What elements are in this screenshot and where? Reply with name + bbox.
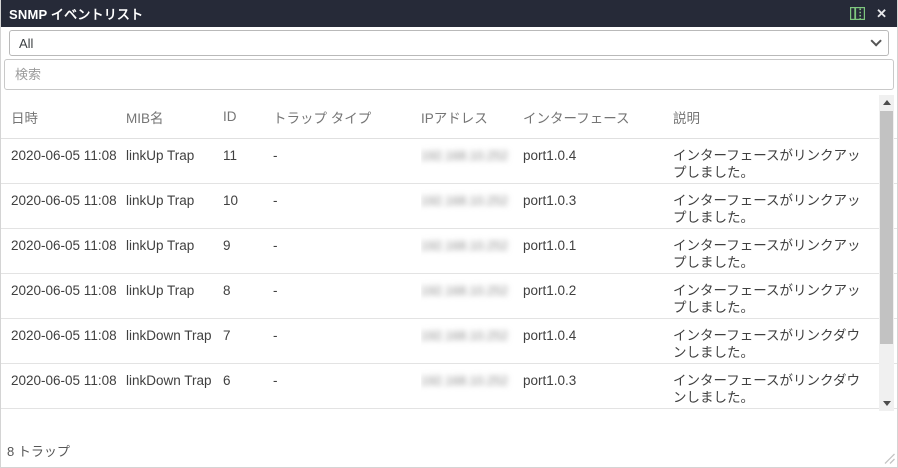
cell-id: 11 bbox=[223, 139, 273, 183]
snmp-event-list-dialog: SNMP イベントリスト ✕ All 日時 bbox=[0, 0, 898, 468]
cell-interface: port1.0.4 bbox=[523, 139, 673, 183]
cell-datetime: 2020-06-05 11:08 bbox=[11, 139, 126, 183]
dock-panel-icon bbox=[850, 7, 865, 20]
cell-mib-name: linkUp Trap bbox=[126, 274, 223, 318]
blurred-ip-text: 192.168.10.252 bbox=[421, 329, 508, 343]
cell-description: インターフェースがリンクアップしました。 bbox=[673, 274, 869, 318]
resize-grip-icon[interactable] bbox=[882, 451, 895, 464]
cell-mib-name: linkUp Trap bbox=[126, 229, 223, 273]
cell-mib-name: linkDown Trap bbox=[126, 319, 223, 363]
header-ip: IPアドレス bbox=[421, 107, 523, 127]
dialog-title: SNMP イベントリスト bbox=[9, 4, 143, 23]
cell-trap-type: - bbox=[273, 184, 421, 228]
blurred-ip-text: 192.168.10.252 bbox=[421, 374, 508, 388]
table-row[interactable]: 2020-06-05 11:08 linkDown Trap 6 - 192.1… bbox=[1, 364, 897, 409]
dialog-titlebar[interactable]: SNMP イベントリスト ✕ bbox=[1, 0, 897, 27]
cell-interface: port1.0.3 bbox=[523, 184, 673, 228]
dock-panel-button[interactable] bbox=[850, 7, 865, 20]
cell-id: 10 bbox=[223, 184, 273, 228]
cell-mib-name: linkDown Trap bbox=[126, 364, 223, 408]
cell-trap-type: - bbox=[273, 229, 421, 273]
table-row[interactable]: 2020-06-05 11:08 linkUp Trap 8 - 192.168… bbox=[1, 274, 897, 319]
header-datetime: 日時 bbox=[11, 107, 126, 127]
cell-description: インターフェースがリンクアップしました。 bbox=[673, 184, 869, 228]
cell-mib-name: linkUp Trap bbox=[126, 184, 223, 228]
chevron-down-icon bbox=[870, 35, 881, 46]
cell-mib-name: linkUp Trap bbox=[126, 139, 223, 183]
blurred-ip-text: 192.168.10.252 bbox=[421, 284, 508, 298]
blurred-ip-text: 192.168.10.252 bbox=[421, 194, 508, 208]
cell-ip-blurred: 192.168.10.252 bbox=[421, 274, 523, 318]
table-header-row: 日時 MIB名 ID トラップ タイプ IPアドレス インターフェース 説明 bbox=[1, 95, 897, 139]
event-filter-select[interactable]: All bbox=[9, 30, 889, 56]
cell-id: 7 bbox=[223, 319, 273, 363]
cell-trap-type: - bbox=[273, 319, 421, 363]
cell-interface: port1.0.1 bbox=[523, 229, 673, 273]
table-row[interactable]: 2020-06-05 11:08 linkUp Trap 11 - 192.16… bbox=[1, 139, 897, 184]
cell-datetime: 2020-06-05 11:08 bbox=[11, 184, 126, 228]
trap-count-label: 8 トラップ bbox=[7, 441, 70, 460]
cell-trap-type: - bbox=[273, 139, 421, 183]
cell-ip-blurred: 192.168.10.252 bbox=[421, 184, 523, 228]
close-button[interactable]: ✕ bbox=[876, 7, 887, 20]
cell-datetime: 2020-06-05 11:08 bbox=[11, 319, 126, 363]
table-row[interactable]: 2020-06-05 11:08 linkDown Trap 7 - 192.1… bbox=[1, 319, 897, 364]
table-row[interactable]: 2020-06-05 11:08 linkUp Trap 10 - 192.16… bbox=[1, 184, 897, 229]
search-input[interactable] bbox=[4, 59, 894, 90]
blurred-ip-text: 192.168.10.252 bbox=[421, 239, 508, 253]
cell-ip-blurred: 192.168.10.252 bbox=[421, 139, 523, 183]
header-mib: MIB名 bbox=[126, 107, 223, 127]
cell-description: インターフェースがリンクダウンしました。 bbox=[673, 319, 869, 363]
cell-datetime: 2020-06-05 11:08 bbox=[11, 274, 126, 318]
cell-ip-blurred: 192.168.10.252 bbox=[421, 229, 523, 273]
header-trap-type: トラップ タイプ bbox=[273, 107, 421, 127]
scroll-down-icon bbox=[883, 401, 891, 406]
cell-interface: port1.0.2 bbox=[523, 274, 673, 318]
scroll-down-button[interactable] bbox=[879, 396, 894, 411]
header-interface: インターフェース bbox=[523, 107, 673, 127]
scroll-up-icon bbox=[883, 100, 891, 105]
cell-id: 8 bbox=[223, 274, 273, 318]
header-description: 説明 bbox=[673, 107, 869, 127]
cell-interface: port1.0.3 bbox=[523, 364, 673, 408]
table-body: 2020-06-05 11:08 linkUp Trap 11 - 192.16… bbox=[1, 139, 897, 409]
cell-ip-blurred: 192.168.10.252 bbox=[421, 364, 523, 408]
cell-interface: port1.0.4 bbox=[523, 319, 673, 363]
table-row[interactable]: 2020-06-05 11:08 linkUp Trap 9 - 192.168… bbox=[1, 229, 897, 274]
blurred-ip-text: 192.168.10.252 bbox=[421, 149, 508, 163]
event-filter-value: All bbox=[19, 36, 33, 51]
titlebar-actions: ✕ bbox=[850, 7, 887, 20]
cell-datetime: 2020-06-05 11:08 bbox=[11, 364, 126, 408]
cell-description: インターフェースがリンクアップしました。 bbox=[673, 229, 869, 273]
scroll-up-button[interactable] bbox=[879, 95, 894, 110]
cell-description: インターフェースがリンクダウンしました。 bbox=[673, 364, 869, 408]
cell-trap-type: - bbox=[273, 274, 421, 318]
cell-id: 6 bbox=[223, 364, 273, 408]
cell-description: インターフェースがリンクアップしました。 bbox=[673, 139, 869, 183]
close-icon: ✕ bbox=[876, 7, 887, 20]
vertical-scrollbar[interactable] bbox=[879, 95, 894, 411]
event-table: 日時 MIB名 ID トラップ タイプ IPアドレス インターフェース 説明 2… bbox=[1, 95, 897, 410]
scrollbar-thumb[interactable] bbox=[880, 111, 893, 344]
header-id: ID bbox=[223, 109, 273, 124]
cell-ip-blurred: 192.168.10.252 bbox=[421, 319, 523, 363]
cell-id: 9 bbox=[223, 229, 273, 273]
cell-datetime: 2020-06-05 11:08 bbox=[11, 229, 126, 273]
cell-trap-type: - bbox=[273, 364, 421, 408]
